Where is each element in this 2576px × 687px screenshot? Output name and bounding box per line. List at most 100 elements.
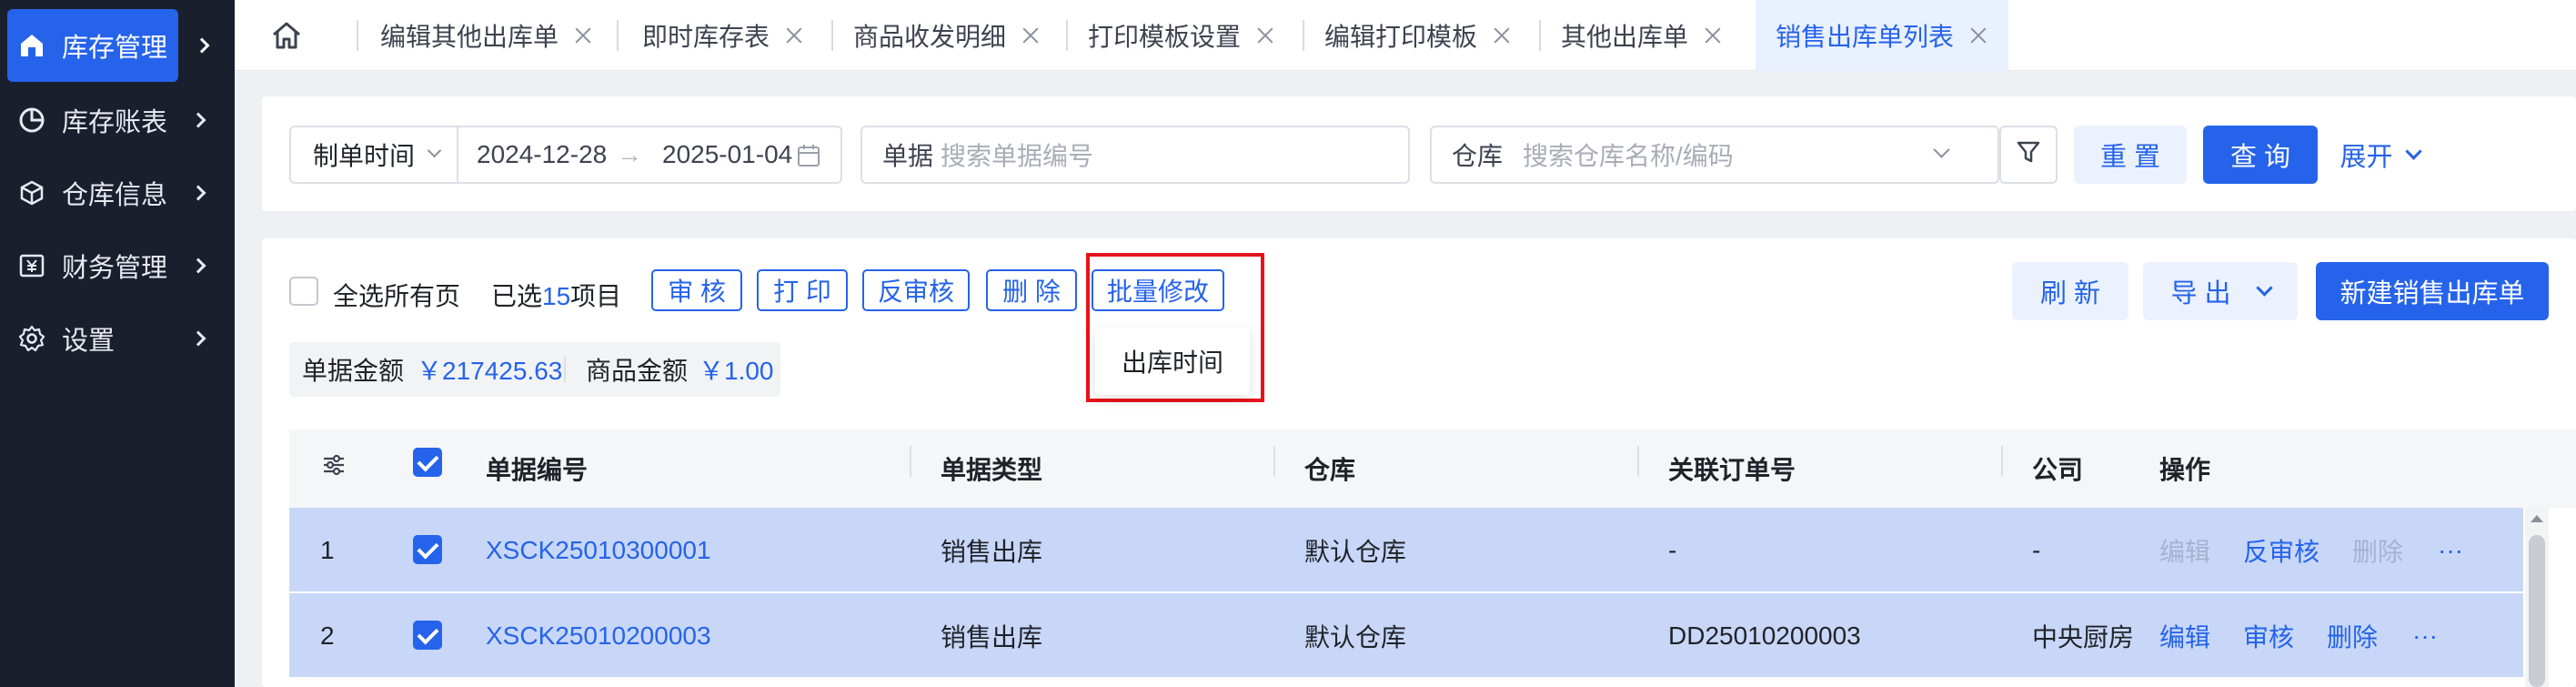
tab-label: 编辑其他出库单 [380, 23, 559, 51]
row-company: - [2032, 536, 2041, 564]
column-divider [2001, 446, 2003, 477]
date-type-select[interactable]: 制单时间 [291, 127, 458, 182]
summary-divider [564, 357, 566, 382]
row-edit-action: 编辑 [2159, 538, 2211, 566]
new-sales-outbound-button[interactable]: 新建销售出库单 [2316, 262, 2549, 320]
tab-print-template-settings[interactable]: 打印模板设置 [1088, 0, 1275, 71]
tab-separator [831, 20, 833, 51]
column-header-warehouse: 仓库 [1304, 456, 1356, 484]
select-all-pages-checkbox[interactable] [289, 277, 318, 306]
row-approve-action[interactable]: 审核 [2243, 593, 2294, 679]
close-icon[interactable] [1703, 25, 1723, 45]
tab-goods-flow[interactable]: 商品收发明细 [853, 0, 1041, 71]
calendar-icon[interactable] [797, 144, 820, 174]
close-icon[interactable] [1968, 25, 1988, 45]
close-icon[interactable] [1492, 25, 1512, 45]
filter-button[interactable] [1999, 126, 2058, 184]
row-more-actions[interactable]: ··· [2412, 593, 2438, 679]
expand-label: 展开 [2340, 143, 2393, 172]
row-doc-code-link[interactable]: XSCK25010300001 [486, 508, 711, 593]
chevron-down-icon [1933, 141, 1950, 158]
home-tab-icon[interactable] [269, 18, 304, 53]
row-edit-action[interactable]: 编辑 [2159, 593, 2210, 679]
column-header-company: 公司 [2032, 456, 2084, 484]
tab-sales-outbound-list[interactable]: 销售出库单列表 [1756, 0, 2009, 71]
approve-button[interactable]: 审 核 [651, 269, 742, 311]
unapprove-button[interactable]: 反审核 [862, 269, 970, 311]
refresh-button[interactable]: 刷 新 [2012, 262, 2128, 320]
row-warehouse: 默认仓库 [1304, 538, 1407, 566]
tab-separator [617, 20, 619, 51]
gear-icon [18, 325, 45, 352]
row-delete-action: 删除 [2352, 538, 2404, 566]
tab-other-outbound[interactable]: 其他出库单 [1561, 0, 1723, 71]
tab-label: 其他出库单 [1561, 23, 1689, 51]
tab-separator [1539, 20, 1541, 51]
selected-suffix: 项目 [570, 282, 622, 310]
chevron-right-icon [194, 37, 210, 54]
row-select-checkbox[interactable] [413, 621, 442, 650]
summary-bar: 单据金额 ￥217425.63 商品金额 ￥1.00 [289, 342, 780, 397]
column-header-doc-type: 单据类型 [941, 456, 1043, 484]
reset-button[interactable]: 重 置 [2074, 126, 2187, 184]
chevron-down-icon [427, 143, 442, 158]
table-header [289, 429, 2576, 508]
tab-label: 商品收发明细 [853, 23, 1007, 51]
doc-amount-value: ￥217425.63 [417, 357, 563, 385]
sidebar-item-label: 库存管理 [62, 34, 168, 63]
close-icon[interactable] [1021, 25, 1041, 45]
doc-search-field[interactable]: 单据 搜索单据编号 [860, 126, 1410, 184]
chevron-right-icon [190, 330, 206, 347]
close-icon[interactable] [573, 25, 593, 45]
select-all-pages-label[interactable]: 全选所有页 [333, 277, 460, 313]
delete-button[interactable]: 删 除 [986, 269, 1077, 311]
row-delete-action[interactable]: 删除 [2327, 593, 2378, 679]
sidebar-item-inventory[interactable]: 库存管理 [7, 9, 210, 82]
row-more-actions[interactable]: ··· [2438, 508, 2463, 593]
scrollbar-thumb[interactable] [2529, 535, 2545, 687]
selected-count-text: 已选15项目 [491, 277, 621, 313]
expand-button[interactable]: 展开 [2332, 126, 2427, 184]
row-unapprove-action[interactable]: 反审核 [2243, 508, 2319, 593]
column-divider [910, 446, 911, 477]
warehouse-select[interactable]: 仓库 搜索仓库名称/编码 [1430, 126, 1999, 184]
tab-realtime-stock[interactable]: 即时库存表 [642, 0, 804, 71]
sidebar-item-label: 设置 [62, 327, 116, 356]
print-button[interactable]: 打 印 [757, 269, 848, 311]
export-button[interactable]: 导 出 [2143, 262, 2298, 320]
tab-edit-print-template[interactable]: 编辑打印模板 [1324, 0, 1512, 71]
sidebar-item-label: 仓库信息 [62, 181, 168, 210]
tab-edit-other-outbound[interactable]: 编辑其他出库单 [380, 0, 593, 71]
close-icon[interactable] [784, 25, 804, 45]
header-select-checkbox[interactable] [413, 448, 442, 477]
chevron-right-icon [190, 112, 206, 128]
tab-separator [357, 20, 358, 51]
row-company: 中央厨房 [2032, 623, 2135, 652]
sidebar-item-warehouse[interactable]: 仓库信息 [0, 160, 235, 226]
sidebar-item-label: 财务管理 [62, 254, 168, 283]
row-order-no: - [1668, 536, 1677, 564]
date-end-input[interactable]: 2025-01-04 [662, 140, 792, 169]
row-select-checkbox[interactable] [413, 535, 442, 564]
close-icon[interactable] [1255, 25, 1275, 45]
yen-icon [18, 252, 45, 279]
row-doc-type: 销售出库 [941, 623, 1043, 652]
query-button[interactable]: 查 询 [2203, 126, 2318, 184]
sidebar-item-ledger[interactable]: 库存账表 [0, 87, 235, 153]
column-divider [1273, 446, 1275, 477]
sidebar: 库存管理 库存账表 仓库信息 财务管理 设置 [0, 0, 235, 687]
sidebar-item-finance[interactable]: 财务管理 [0, 233, 235, 298]
tab-label: 即时库存表 [642, 23, 770, 51]
row-warehouse: 默认仓库 [1304, 623, 1407, 652]
row-index: 2 [320, 621, 335, 650]
row-doc-type: 销售出库 [941, 538, 1043, 566]
row-doc-code-link[interactable]: XSCK25010200003 [486, 593, 711, 679]
sidebar-item-settings[interactable]: 设置 [0, 306, 235, 371]
tab-label: 销售出库单列表 [1776, 23, 1955, 51]
sidebar-item-label: 库存账表 [62, 108, 168, 137]
batch-edit-option-outbound-time[interactable]: 出库时间 [1095, 328, 1250, 395]
chevron-down-icon [2255, 278, 2273, 297]
scroll-up-arrow-icon[interactable] [2531, 515, 2543, 522]
date-start-input[interactable]: 2024-12-28 [477, 140, 607, 169]
column-settings-icon[interactable] [320, 451, 347, 483]
